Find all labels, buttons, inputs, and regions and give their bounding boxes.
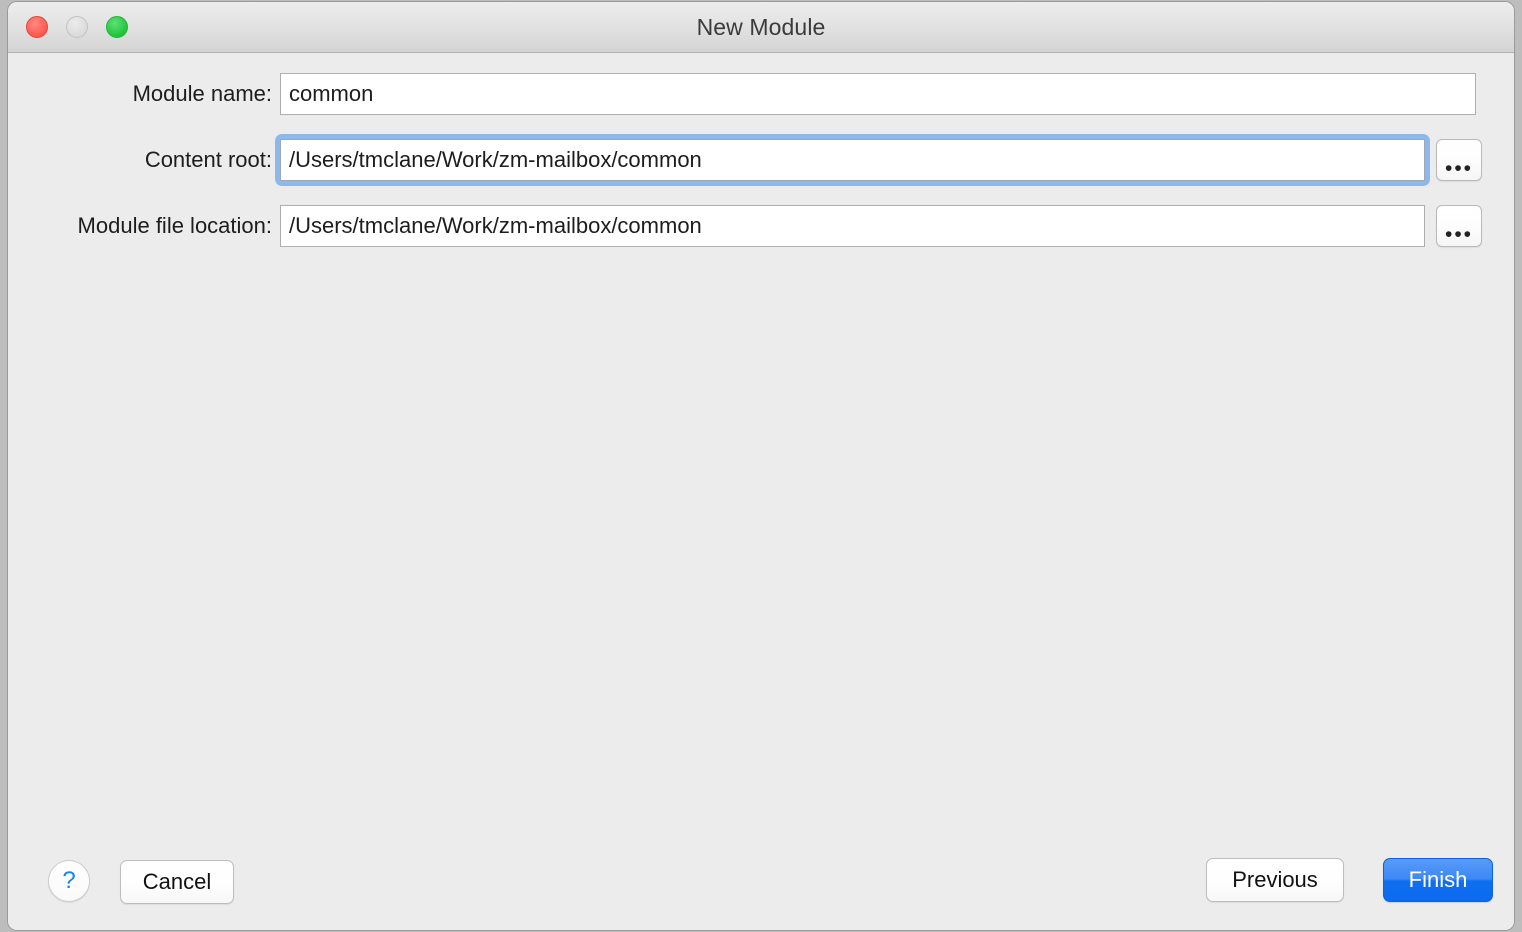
content-root-focus-ring: /Users/tmclane/Work/zm-mailbox/common <box>275 134 1430 186</box>
previous-button[interactable]: Previous <box>1206 858 1344 902</box>
title-bar: New Module <box>8 2 1514 53</box>
label-module-file-location: Module file location: <box>77 213 272 238</box>
form-row-content-root: Content root: /Users/tmclane/Work/zm-mai… <box>8 134 1514 186</box>
dialog-footer: ? Cancel Previous Finish <box>8 834 1514 930</box>
finish-button[interactable]: Finish <box>1383 858 1493 902</box>
label-module-name: Module name: <box>132 81 272 106</box>
cancel-button[interactable]: Cancel <box>120 860 234 904</box>
dialog-content: Module name: common Content root: /Users… <box>8 53 1514 930</box>
content-root-browse-button[interactable]: ••• <box>1436 139 1482 181</box>
content-root-input[interactable]: /Users/tmclane/Work/zm-mailbox/common <box>280 139 1425 181</box>
ellipsis-icon: ••• <box>1444 157 1474 180</box>
module-file-location-input[interactable]: /Users/tmclane/Work/zm-mailbox/common <box>280 205 1425 247</box>
field-wrap-module-name: common <box>280 73 1476 115</box>
form-row-module-file-location: Module file location: /Users/tmclane/Wor… <box>8 203 1514 249</box>
form-row-module-name: Module name: common <box>8 71 1514 117</box>
window-title: New Module <box>696 14 826 40</box>
field-wrap-module-file-location: /Users/tmclane/Work/zm-mailbox/common ••… <box>280 205 1482 247</box>
new-module-dialog: New Module Module name: common Content r… <box>8 2 1514 930</box>
ellipsis-icon: ••• <box>1444 223 1474 246</box>
field-wrap-content-root: /Users/tmclane/Work/zm-mailbox/common ••… <box>275 134 1482 186</box>
help-button[interactable]: ? <box>48 860 90 902</box>
module-name-input[interactable]: common <box>280 73 1476 115</box>
module-file-location-browse-button[interactable]: ••• <box>1436 205 1482 247</box>
label-content-root: Content root: <box>144 147 272 172</box>
